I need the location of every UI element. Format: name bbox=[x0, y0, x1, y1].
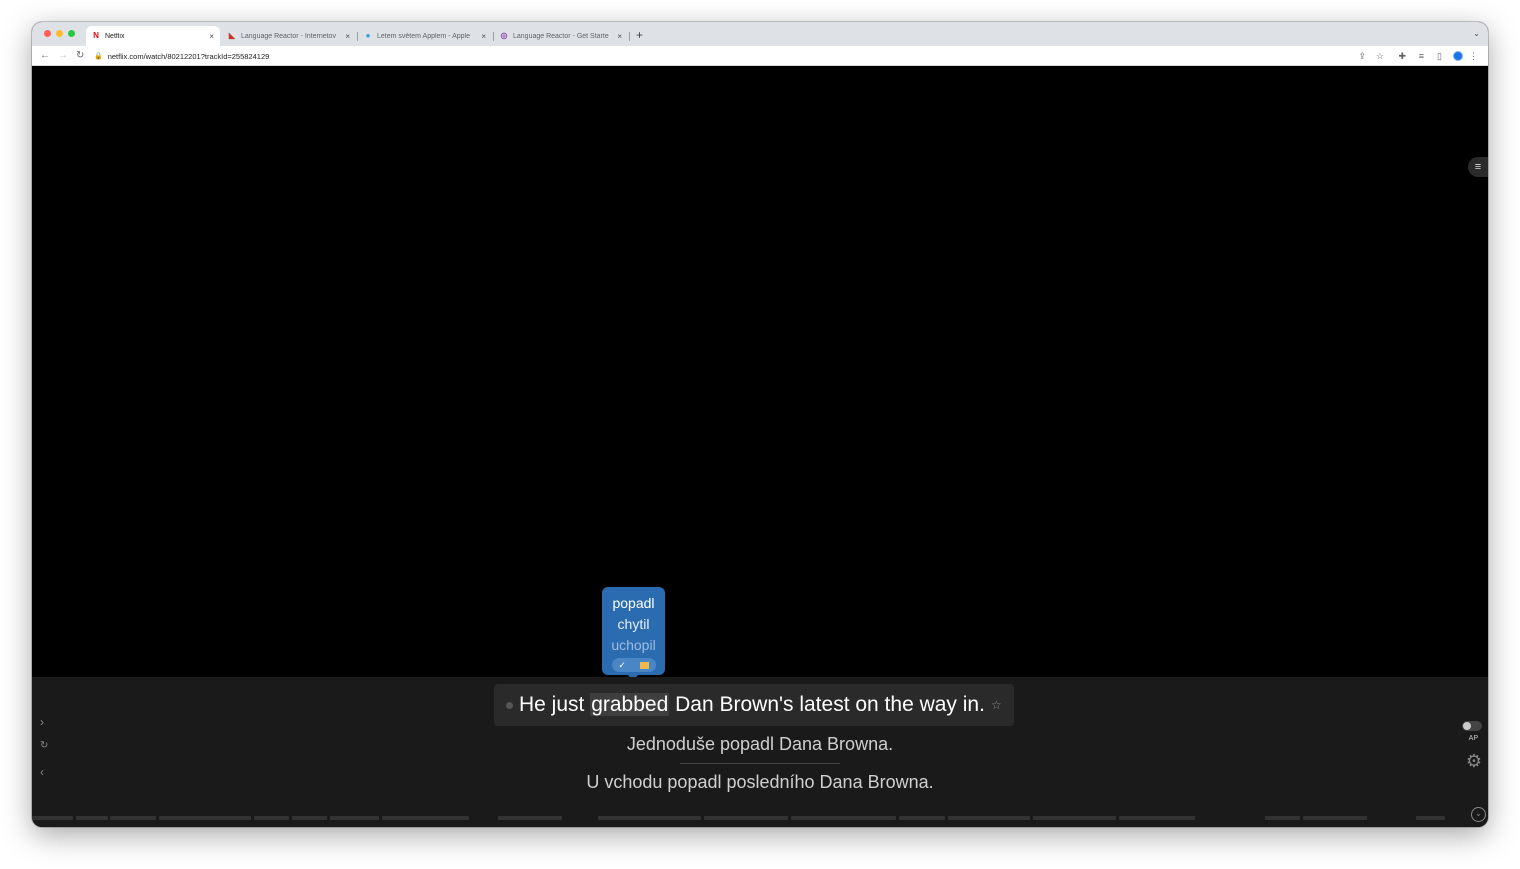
tab-title: Letem světem Applem - Apple bbox=[377, 32, 470, 40]
auto-pause-label: AP bbox=[1468, 735, 1478, 742]
subtitle-word-group[interactable]: He just bbox=[519, 693, 590, 716]
bookmark-star-icon[interactable]: ☆ bbox=[1376, 49, 1384, 63]
popup-actions: ✓ bbox=[611, 658, 656, 672]
new-tab-button[interactable]: + bbox=[636, 28, 643, 42]
progress-segment[interactable] bbox=[704, 816, 788, 820]
lock-icon: 🔒 bbox=[94, 53, 103, 60]
translation-popup: popadl chytil uchopil ✓ bbox=[602, 587, 665, 681]
share-icon[interactable]: ⇪ bbox=[1358, 49, 1366, 63]
back-arrow-icon[interactable]: ← bbox=[40, 49, 50, 63]
forward-arrow-icon[interactable]: → bbox=[58, 49, 68, 63]
progress-segment[interactable] bbox=[292, 816, 327, 820]
tab-letem-svetem-applem[interactable]: ● Letem světem Applem - Apple × bbox=[358, 26, 492, 46]
progress-segment[interactable] bbox=[1033, 816, 1116, 820]
progress-segment[interactable] bbox=[32, 816, 73, 820]
progress-segment[interactable] bbox=[1119, 816, 1195, 820]
progress-segment[interactable] bbox=[948, 816, 1030, 820]
globe-icon: ● bbox=[365, 31, 371, 40]
progress-segment[interactable] bbox=[382, 816, 469, 820]
close-icon[interactable]: × bbox=[617, 32, 622, 41]
more-vertical-icon[interactable]: ⋮ bbox=[1469, 49, 1478, 63]
hamburger-menu-icon[interactable]: ≡ bbox=[1468, 157, 1488, 177]
translation-divider bbox=[680, 763, 840, 764]
chevron-right-icon[interactable]: › bbox=[40, 715, 44, 729]
close-icon[interactable]: × bbox=[481, 32, 486, 41]
tab-netflix[interactable]: N Netflix × bbox=[86, 26, 220, 46]
popup-translation-secondary[interactable]: chytil bbox=[602, 614, 665, 635]
gear-icon[interactable]: ⚙ bbox=[1466, 751, 1482, 772]
progress-segment[interactable] bbox=[110, 816, 156, 820]
auto-pause-toggle[interactable] bbox=[1462, 721, 1482, 731]
highlighted-word[interactable]: grabbed bbox=[590, 693, 670, 716]
tab-title: Language Reactor - Get Starte bbox=[513, 32, 609, 40]
video-player[interactable]: ≡ bbox=[32, 67, 1488, 677]
progress-segment[interactable] bbox=[498, 816, 562, 820]
language-reactor-icon: ◣ bbox=[228, 31, 236, 40]
side-panel-icon[interactable]: ▯ bbox=[1437, 49, 1442, 63]
progress-segment[interactable] bbox=[159, 816, 251, 820]
main-subtitle-text: He just grabbed Dan Brown's latest on th… bbox=[519, 693, 985, 717]
extensions-puzzle-icon[interactable]: ✚ bbox=[1398, 49, 1406, 63]
checkmark-icon[interactable]: ✓ bbox=[618, 660, 626, 671]
address-bar[interactable]: 🔒 netflix.com/watch/80212201?trackId=255… bbox=[94, 49, 1349, 63]
tab-strip: N Netflix × ◣ Language Reactor - Interne… bbox=[32, 22, 1488, 46]
subtitle-panel: › ↻ ‹ He just grabbed Dan Brown's latest… bbox=[32, 677, 1488, 827]
tab-title: Netflix bbox=[105, 32, 125, 40]
dictionary-book-icon[interactable] bbox=[639, 661, 649, 669]
popup-translation-primary[interactable]: popadl bbox=[602, 593, 665, 614]
star-icon[interactable]: ☆ bbox=[991, 698, 1002, 712]
progress-segment[interactable] bbox=[1265, 816, 1300, 820]
translation-line-2: U vchodu popadl posledního Dana Browna. bbox=[586, 772, 934, 792]
profile-avatar[interactable] bbox=[1453, 51, 1463, 61]
close-icon[interactable]: × bbox=[209, 32, 214, 41]
browser-toolbar: ← → ↻ 🔒 netflix.com/watch/80212201?track… bbox=[32, 46, 1488, 66]
translation-line-1: Jednoduše popadl Dana Browna. bbox=[626, 734, 894, 754]
tab-separator bbox=[629, 32, 630, 41]
subtitle-word-group[interactable]: Dan Brown's latest on the way in. bbox=[669, 693, 985, 716]
reload-icon[interactable]: ↻ bbox=[76, 49, 84, 63]
progress-segment[interactable] bbox=[1303, 816, 1367, 820]
language-reactor-icon: ◎ bbox=[500, 31, 508, 40]
subtitle-dot-icon[interactable] bbox=[506, 701, 513, 709]
chevron-down-icon[interactable]: ⌄ bbox=[1471, 807, 1486, 822]
tab-language-reactor[interactable]: ◣ Language Reactor - Internetov × bbox=[222, 26, 356, 46]
progress-segment[interactable] bbox=[598, 816, 701, 820]
tab-title: Language Reactor - Internetov bbox=[241, 32, 336, 40]
url-text: netflix.com/watch/80212201?trackId=25582… bbox=[107, 51, 270, 61]
netflix-icon: N bbox=[93, 31, 99, 40]
progress-segment[interactable] bbox=[791, 816, 896, 820]
tab-language-reactor-get-started[interactable]: ◎ Language Reactor - Get Starte × bbox=[494, 26, 628, 46]
close-icon[interactable]: × bbox=[345, 32, 350, 41]
progress-segment[interactable] bbox=[330, 816, 379, 820]
main-subtitle: He just grabbed Dan Brown's latest on th… bbox=[494, 684, 1014, 726]
minimize-window-button[interactable] bbox=[56, 30, 63, 37]
popup-translation-tertiary[interactable]: uchopil bbox=[602, 635, 665, 656]
progress-segment[interactable] bbox=[1416, 816, 1445, 820]
progress-segment[interactable] bbox=[254, 816, 289, 820]
progress-segment[interactable] bbox=[899, 816, 945, 820]
chevron-down-icon[interactable]: ⌄ bbox=[1473, 29, 1480, 38]
browser-window: N Netflix × ◣ Language Reactor - Interne… bbox=[32, 22, 1488, 827]
media-control-icon[interactable]: ≡ bbox=[1419, 49, 1424, 63]
close-window-button[interactable] bbox=[44, 30, 51, 37]
progress-segment[interactable] bbox=[76, 816, 108, 820]
maximize-window-button[interactable] bbox=[68, 30, 75, 37]
